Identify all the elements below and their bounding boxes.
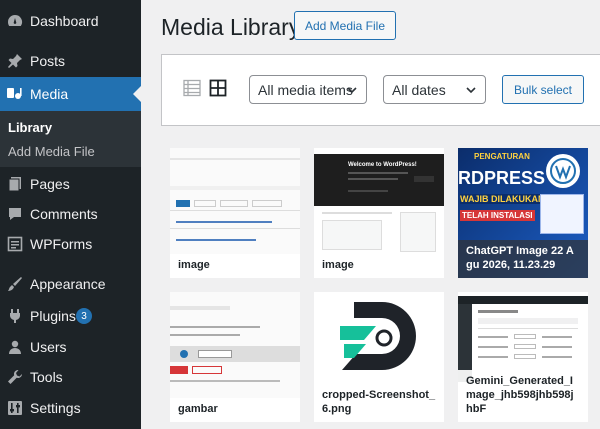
- logo-d-icon: [336, 296, 422, 378]
- sidebar-item-label: Users: [30, 339, 67, 355]
- thumb-headline-1: PENGATURAN: [474, 152, 530, 161]
- pages-icon: [6, 175, 24, 193]
- attachment-caption: image: [170, 254, 300, 278]
- sidebar-item-label: Dashboard: [30, 13, 99, 29]
- sidebar-item-pages[interactable]: Pages: [0, 167, 141, 201]
- thumb-headline-2: RDPRESS: [458, 168, 546, 188]
- sidebar-item-label: Settings: [30, 400, 81, 416]
- bulk-select-button[interactable]: Bulk select: [502, 75, 584, 104]
- media-attachment[interactable]: gambar: [170, 292, 300, 422]
- comments-icon: [6, 205, 24, 223]
- settings-icon: [6, 399, 24, 417]
- add-media-file-button[interactable]: Add Media File: [294, 11, 396, 40]
- sidebar-item-plugins[interactable]: Plugins 3: [0, 299, 141, 333]
- thumb-headline-4: TELAH INSTALASI: [460, 210, 535, 221]
- sidebar-item-settings[interactable]: Settings: [0, 391, 141, 425]
- wrench-icon: [6, 368, 24, 386]
- thumb-headline-3: WAJIB DILAKUKAN: [460, 194, 545, 204]
- dashboard-icon: [6, 12, 24, 30]
- sidebar-item-appearance[interactable]: Appearance: [0, 267, 141, 301]
- sidebar-item-label: Comments: [30, 206, 98, 222]
- chevron-down-icon: [347, 87, 357, 94]
- media-attachment[interactable]: Gemini_Generated_Image_jhb598jhb598jhbF: [458, 292, 588, 422]
- sidebar-item-posts[interactable]: Posts: [0, 44, 141, 78]
- media-attachment[interactable]: PENGATURAN RDPRESS WAJIB DILAKUKAN TELAH…: [458, 148, 588, 278]
- appearance-icon: [6, 275, 24, 293]
- submenu-library[interactable]: Library: [8, 120, 52, 135]
- media-type-filter[interactable]: All media items: [249, 75, 367, 104]
- sidebar-item-label: Appearance: [30, 276, 106, 292]
- pin-icon: [6, 52, 24, 70]
- media-submenu: Library Add Media File: [0, 111, 141, 167]
- sidebar-item-media[interactable]: Media: [0, 77, 141, 111]
- media-date-filter[interactable]: All dates: [383, 75, 486, 104]
- sidebar-item-users[interactable]: Users: [0, 330, 141, 364]
- plugins-update-badge: 3: [76, 308, 92, 324]
- sidebar-item-label: WPForms: [30, 236, 93, 252]
- attachment-caption: Gemini_Generated_Image_jhb598jhb598jhbF: [458, 370, 588, 422]
- wpforms-icon: [6, 235, 24, 253]
- attachment-caption: ChatGPT Image 22 Agu 2026, 11.23.29: [458, 240, 588, 278]
- plugins-icon: [6, 307, 24, 325]
- sidebar-item-label: Plugins: [30, 308, 76, 324]
- media-attachment[interactable]: image: [170, 148, 300, 278]
- sidebar-item-comments[interactable]: Comments: [0, 197, 141, 231]
- media-date-filter-value: All dates: [392, 81, 446, 98]
- media-icon: [6, 85, 24, 103]
- submenu-add-media-file[interactable]: Add Media File: [8, 144, 95, 159]
- attachment-caption: image: [314, 254, 444, 278]
- sidebar-item-dashboard[interactable]: Dashboard: [0, 4, 141, 38]
- users-icon: [6, 338, 24, 356]
- sidebar-item-label: Pages: [30, 176, 70, 192]
- page-title: Media Library: [161, 14, 301, 40]
- list-view-icon[interactable]: [183, 79, 203, 99]
- sidebar-item-label: Posts: [30, 53, 66, 69]
- chevron-down-icon: [466, 87, 476, 94]
- sidebar-item-label: Tools: [30, 369, 63, 385]
- sidebar-item-tools[interactable]: Tools: [0, 360, 141, 394]
- sidebar-item-label: Media: [30, 86, 69, 102]
- sidebar-item-wpforms[interactable]: WPForms: [0, 227, 141, 261]
- media-toolbar: All media items All dates Bulk select: [161, 54, 600, 126]
- media-attachment[interactable]: D cropped-Screenshot_6.png: [314, 292, 444, 422]
- media-attachment[interactable]: Welcome to WordPress! image: [314, 148, 444, 278]
- thumb-welcome-text: Welcome to WordPress!: [348, 162, 417, 168]
- grid-view-icon[interactable]: [209, 79, 229, 99]
- media-type-filter-value: All media items: [258, 81, 353, 98]
- attachment-caption: gambar: [170, 398, 300, 422]
- wordpress-logo-icon: [546, 154, 580, 188]
- attachment-caption: cropped-Screenshot_6.png: [314, 384, 444, 422]
- admin-sidebar: Dashboard Posts Media Library Add Media …: [0, 0, 141, 429]
